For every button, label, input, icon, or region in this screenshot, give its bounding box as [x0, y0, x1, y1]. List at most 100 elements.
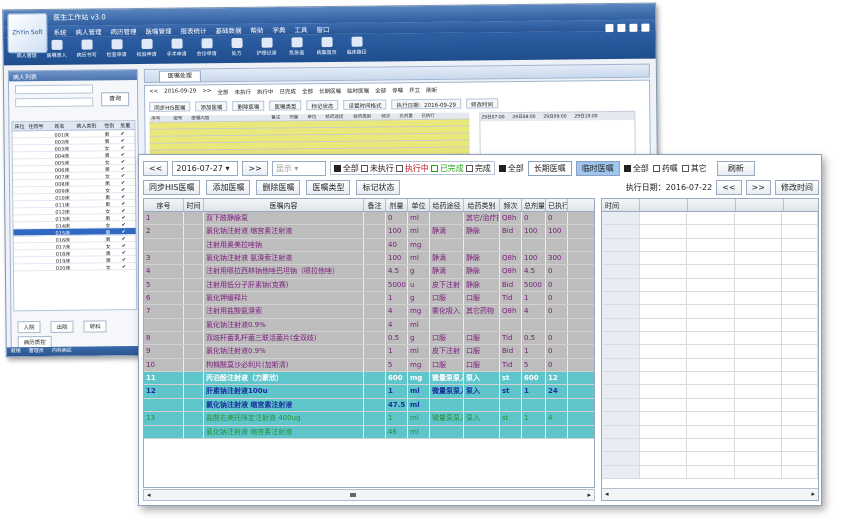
time-cell[interactable]: [735, 278, 783, 292]
horizontal-scrollbar[interactable]: ◂ ▸: [143, 489, 595, 501]
time-cell[interactable]: [687, 318, 735, 332]
time-row[interactable]: [602, 358, 818, 373]
time-row[interactable]: [602, 318, 818, 333]
time-cell[interactable]: [687, 358, 735, 372]
col-header[interactable]: 序号: [144, 199, 184, 211]
time-cell[interactable]: [640, 252, 688, 265]
time-row[interactable]: [602, 265, 818, 279]
menu-item[interactable]: 系统: [53, 26, 75, 37]
time-grid-scrollbar[interactable]: ◂ ▸: [602, 488, 818, 500]
time-cell[interactable]: [640, 292, 688, 305]
time-cell[interactable]: [687, 252, 735, 265]
order-row[interactable]: 11 丙泊酚注射液（力蒙欣） 600 mg 微量泵泵入 泵入 st 600 12: [144, 372, 594, 386]
time-cell[interactable]: [640, 212, 688, 225]
scroll-left-icon[interactable]: ◂: [147, 491, 151, 499]
order-row[interactable]: 氯化钠注射液 缩宫素注射液 46 ml: [144, 425, 594, 439]
time-cell[interactable]: [602, 425, 640, 438]
time-cell[interactable]: [782, 212, 818, 225]
time-cell[interactable]: [602, 238, 640, 252]
col-header[interactable]: 频次: [500, 199, 522, 211]
admit-button[interactable]: 入院: [17, 321, 41, 334]
time-cell[interactable]: [782, 465, 818, 478]
lock-icon[interactable]: [641, 23, 650, 32]
time-cell[interactable]: [640, 305, 688, 318]
time-cell[interactable]: [782, 345, 818, 358]
mark-status-button[interactable]: 标记状态: [356, 179, 401, 195]
time-cell[interactable]: [735, 412, 783, 425]
heart-icon[interactable]: [605, 24, 614, 33]
time-cell[interactable]: [735, 372, 783, 385]
order-row[interactable]: 6 氯化钾缓释片 1 g 口服 口服 Tid 1 0: [144, 292, 594, 306]
order-row[interactable]: 氯化钠注射液0.9% 4 ml: [144, 318, 594, 333]
menu-item[interactable]: 窗口: [316, 23, 338, 34]
time-cell[interactable]: [782, 225, 818, 238]
tool-button[interactable]: 病案首页: [311, 34, 341, 62]
time-cell[interactable]: [735, 332, 783, 345]
refresh-button[interactable]: 刷新: [716, 160, 755, 176]
time-cell[interactable]: [782, 398, 818, 412]
user-icon[interactable]: [629, 23, 638, 32]
time-cell[interactable]: [782, 252, 818, 265]
menu-item[interactable]: 医嘱管理: [145, 25, 180, 36]
time-cell[interactable]: [782, 385, 818, 398]
patient-row[interactable]: 020床 女 ✔: [13, 263, 136, 272]
time-cell[interactable]: [602, 265, 640, 278]
window-controls[interactable]: [605, 23, 650, 33]
time-cell[interactable]: [687, 398, 735, 412]
check-done[interactable]: 完成: [465, 163, 491, 174]
menu-item[interactable]: 工具: [294, 23, 316, 34]
time-cell[interactable]: [640, 398, 688, 412]
time-cell[interactable]: [602, 292, 640, 305]
status-select[interactable]: 显示 ▾: [271, 160, 326, 176]
time-cell[interactable]: [782, 425, 818, 438]
time-cell[interactable]: [735, 252, 783, 265]
order-row[interactable]: 9 氯化钠注射液0.9% 1 ml 皮下注射 口服 Bid 1 0: [144, 345, 594, 359]
time-cell[interactable]: [687, 265, 735, 278]
time-row[interactable]: [602, 465, 818, 479]
check-unexecuted[interactable]: 未执行: [360, 163, 394, 174]
menu-item[interactable]: 帮助: [250, 24, 272, 35]
prev-date-button[interactable]: <<: [143, 160, 169, 176]
order-row[interactable]: 2 氯化钠注射液 缩宫素注射液 100 ml 静滴 静脉 Bid 100 100: [144, 225, 594, 239]
menu-item[interactable]: 报表统计: [180, 24, 215, 35]
order-row[interactable]: 5 注射用低分子肝素钠(克赛) 5000 u 皮下注射 静脉 Bid 5000 0: [144, 278, 594, 293]
order-type-button[interactable]: 医嘱类型: [306, 179, 351, 195]
time-cell[interactable]: [602, 412, 640, 425]
order-row[interactable]: 氯化钠注射液 缩宫素注射液 47.5 ml: [144, 398, 594, 413]
time-cell[interactable]: [602, 305, 640, 318]
time-cell[interactable]: [602, 318, 640, 332]
time-cell[interactable]: [602, 465, 640, 478]
time-cell[interactable]: [640, 278, 688, 292]
menu-item[interactable]: 病人管理: [75, 25, 110, 36]
order-row[interactable]: 10 枸橼酸莫沙必利片(加斯清) 5 mg 口服 口服 Tid 5 0: [144, 358, 594, 373]
time-cell[interactable]: [640, 225, 688, 238]
tool-button[interactable]: 危急值: [281, 34, 311, 62]
order-row[interactable]: 13 盐酸右美托咪定注射液 400ug 1 ml 微量泵泵入 泵入 st 1 4: [144, 412, 594, 426]
time-row[interactable]: [602, 438, 818, 453]
time-cell[interactable]: [640, 238, 688, 252]
time-cell[interactable]: [640, 438, 688, 452]
home-icon[interactable]: [617, 23, 626, 32]
time-row[interactable]: [602, 212, 818, 226]
time-row[interactable]: [602, 412, 818, 426]
time-cell[interactable]: [640, 332, 688, 345]
tool-button[interactable]: 检查申请: [101, 36, 131, 64]
time-cell[interactable]: [735, 292, 783, 305]
time-cell[interactable]: [687, 372, 735, 385]
time-cell[interactable]: [602, 212, 640, 225]
order-row[interactable]: 1双下肢静脉泵0ml其它/治疗操作Q8h00: [144, 212, 594, 226]
time-cell[interactable]: [735, 238, 783, 252]
order-row[interactable]: 4 注射用哌拉西林钠他唑巴坦钠（哌拉他唑） 4.5 g 静滴 静脉 Q8h 4.5 0: [144, 265, 594, 279]
menu-item[interactable]: 基础数据: [215, 24, 250, 35]
time-cell[interactable]: [687, 305, 735, 318]
time-cell[interactable]: [735, 265, 783, 278]
time-row[interactable]: [602, 292, 818, 306]
time-cell[interactable]: [687, 452, 735, 465]
time-cell[interactable]: [640, 372, 688, 385]
time-cell[interactable]: [640, 412, 688, 425]
time-cell[interactable]: [782, 332, 818, 345]
time-cell[interactable]: [735, 318, 783, 332]
time-cell[interactable]: [687, 425, 735, 438]
add-order-button[interactable]: 添加医嘱: [206, 179, 251, 195]
scope-all[interactable]: 全部: [498, 163, 524, 174]
